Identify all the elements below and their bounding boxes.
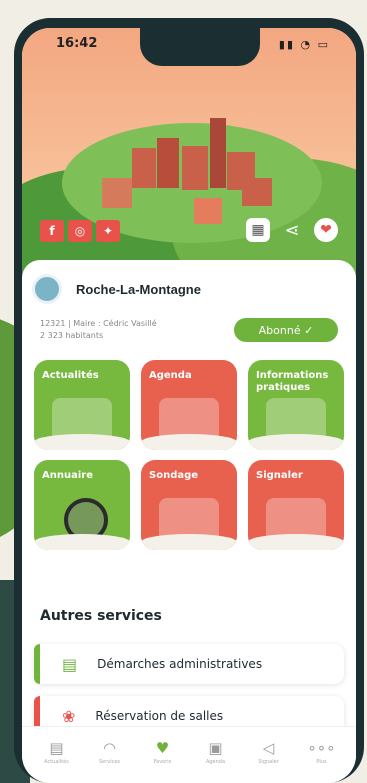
more-icon: ∘∘∘	[307, 738, 336, 757]
church-tower	[210, 118, 226, 188]
tile-ground	[141, 534, 237, 550]
town-name: Roche-La-Montagne	[76, 281, 201, 297]
service-item-demarches[interactable]: ▤ Démarches administratives	[34, 644, 344, 684]
tab-label: Plus	[316, 758, 327, 765]
qr-code-icon[interactable]: ▦	[246, 218, 270, 242]
services-title: Autres services	[40, 608, 162, 624]
house	[102, 178, 132, 208]
phone-notch	[140, 28, 260, 66]
tile-sondage[interactable]: Sondage	[141, 460, 237, 550]
tile-informations-pratiques[interactable]: Informations pratiques	[248, 360, 344, 450]
twitter-icon[interactable]: ✦	[96, 220, 120, 242]
tile-label: Actualités	[42, 370, 99, 381]
bottom-tab-bar: ▤ Actualités ◠ Services ♥ Favoris ▣ Agen…	[22, 726, 356, 776]
tab-label: Favoris	[153, 758, 172, 765]
status-time: 16:42	[56, 36, 98, 51]
tile-label: Annuaire	[42, 470, 93, 481]
tab-label: Signaler	[258, 758, 279, 765]
tab-signaler[interactable]: ◁ Signaler	[247, 739, 291, 765]
balloons-icon: ❀	[62, 706, 76, 726]
calendar-icon: ▣	[208, 738, 223, 757]
news-icon: ▤	[49, 738, 64, 757]
tile-ground	[248, 534, 344, 550]
tab-agenda[interactable]: ▣ Agenda	[194, 739, 238, 765]
tile-signaler[interactable]: Signaler	[248, 460, 344, 550]
share-icon[interactable]: ⋖	[280, 218, 304, 242]
service-tiles: Actualités Agenda Informations pratiques…	[34, 360, 344, 550]
tile-label: Signaler	[256, 470, 303, 481]
subscribe-button[interactable]: Abonné ✓	[234, 318, 338, 342]
town-meta: 12321 | Maire : Cédric Vasillé 2 323 hab…	[40, 318, 157, 342]
instagram-icon[interactable]: ◎	[68, 220, 92, 242]
tile-annuaire[interactable]: Annuaire	[34, 460, 130, 550]
town-logo	[32, 274, 62, 304]
town-header: Roche-La-Montagne	[32, 274, 201, 304]
tile-actualites[interactable]: Actualités	[34, 360, 130, 450]
tile-label: Agenda	[149, 370, 192, 381]
status-icons: ▮▮ ◔ ▭	[278, 38, 330, 51]
tile-ground	[141, 434, 237, 450]
tab-services[interactable]: ◠ Services	[88, 739, 132, 765]
heart-icon: ♥	[155, 738, 170, 757]
tile-label: Informations pratiques	[256, 370, 329, 393]
tab-label: Services	[98, 758, 121, 765]
tab-favoris[interactable]: ♥ Favoris	[141, 739, 185, 765]
tile-ground	[248, 434, 344, 450]
tile-ground	[34, 434, 130, 450]
tab-label: Agenda	[205, 758, 226, 765]
social-links: f ◎ ✦	[40, 220, 120, 242]
tile-agenda[interactable]: Agenda	[141, 360, 237, 450]
house	[194, 198, 222, 224]
house	[157, 138, 179, 188]
app-screen: 16:42 ▮▮ ◔ ▭ f ◎ ✦ ▦ ⋖ ❤ Roche-La-Montag…	[22, 28, 356, 783]
services-icon: ◠	[102, 738, 117, 757]
tile-ground	[34, 534, 130, 550]
document-icon: ▤	[62, 654, 78, 674]
tab-actualites[interactable]: ▤ Actualités	[35, 739, 79, 765]
town-card: Roche-La-Montagne 12321 | Maire : Cédric…	[22, 260, 356, 783]
favorite-heart-icon[interactable]: ❤	[314, 218, 338, 242]
service-label: Démarches administratives	[97, 657, 263, 671]
house	[182, 146, 208, 190]
tab-plus[interactable]: ∘∘∘ Plus	[300, 739, 344, 765]
service-label: Réservation de salles	[95, 709, 224, 723]
facebook-icon[interactable]: f	[40, 220, 64, 242]
service-accent-bar	[34, 644, 40, 684]
house	[132, 148, 156, 188]
town-meta-mayor: 12321 | Maire : Cédric Vasillé	[40, 319, 157, 328]
hero-actions: ▦ ⋖ ❤	[246, 218, 338, 242]
tile-label: Sondage	[149, 470, 199, 481]
town-meta-population: 2 323 habitants	[40, 331, 104, 340]
house	[242, 178, 272, 206]
town-illustration: 16:42 ▮▮ ◔ ▭ f ◎ ✦ ▦ ⋖ ❤	[22, 28, 356, 308]
megaphone-icon: ◁	[262, 738, 275, 757]
tab-label: Actualités	[44, 758, 69, 765]
